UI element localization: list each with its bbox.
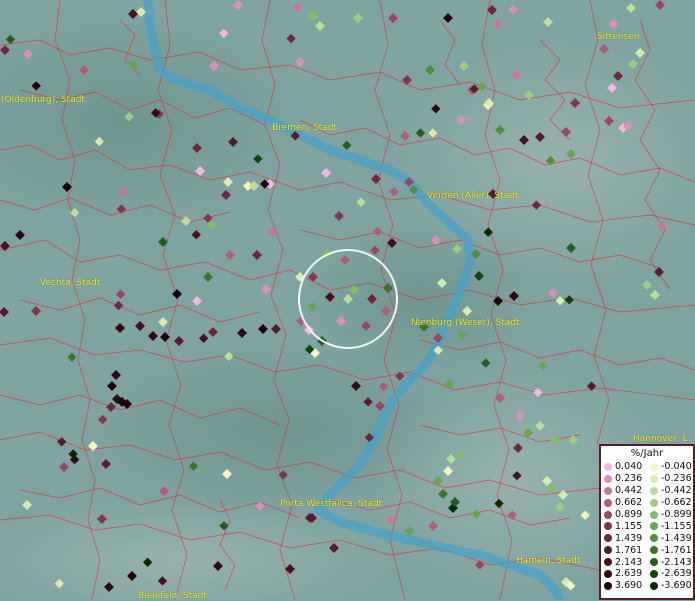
legend-swatch-negative [650,534,658,543]
legend-swatch-positive [604,522,612,531]
legend-value-positive: 1.439 [615,532,643,544]
legend-value-negative: -0.662 [661,497,692,509]
legend-value-positive: 1.155 [615,520,643,532]
legend-swatch-positive [604,534,612,543]
map-legend: %/Jahr 0.040 -0.040 0.236 -0.236 0.442 -0.442… [599,444,695,600]
legend-swatch-positive [604,546,612,555]
legend-swatch-negative [650,486,658,495]
place-label-oldenburg: (Oldenburg), Stadt [1,95,85,105]
legend-swatch-negative [650,510,658,519]
legend-row: 2.143 -2.143 [604,556,695,568]
place-label-hameln: Hameln, Stadt [516,556,581,566]
legend-swatch-negative [650,522,658,531]
legend-value-negative: -2.143 [661,556,692,568]
legend-value-positive: 1.761 [615,544,643,556]
place-label-verden: Verden (Aller), Stadt [427,191,519,201]
legend-row: 3.690 -3.690 [604,580,695,592]
legend-value-negative: -0.442 [661,485,692,497]
legend-value-negative: -0.040 [661,461,692,473]
legend-swatch-negative [650,546,658,555]
legend-row: 0.040 -0.040 [604,461,695,473]
legend-swatch-positive [604,498,612,507]
legend-swatch-positive [604,569,612,578]
legend-row: 0.662 -0.662 [604,497,695,509]
legend-row: 0.899 -0.899 [604,509,695,521]
place-label-sittensen: Sittensen [597,32,640,42]
legend-value-positive: 0.442 [615,485,643,497]
legend-row: 0.442 -0.442 [604,485,695,497]
legend-swatch-positive [604,486,612,495]
legend-swatch-negative [650,462,658,471]
legend-value-negative: -1.761 [661,544,692,556]
legend-value-negative: -1.155 [661,520,692,532]
legend-swatch-positive [604,581,612,590]
legend-swatch-positive [604,558,612,567]
legend-swatch-positive [604,462,612,471]
legend-value-positive: 0.899 [615,509,643,520]
place-label-porta-westfalica: Porta Westfalica, Stadt [280,499,383,509]
place-label-vechta: Vechta, Stadt [40,278,101,288]
legend-value-positive: 3.690 [615,580,643,592]
legend-rows: 0.040 -0.040 0.236 -0.236 0.442 -0.442 0.662 -0… [604,461,695,592]
legend-row: 0.236 -0.236 [604,473,695,485]
legend-title: %/Jahr [630,448,664,459]
place-label-bremen: Bremen, Stadt [272,123,337,133]
legend-value-positive: 0.040 [615,461,643,473]
legend-swatch-positive [604,474,612,483]
legend-row: 1.761 -1.761 [604,544,695,556]
legend-swatch-positive [604,510,612,519]
legend-row: 1.155 -1.155 [604,520,695,532]
legend-value-positive: 0.662 [615,497,643,509]
legend-swatch-negative [650,474,658,483]
legend-value-negative: -3.690 [661,580,692,592]
legend-value-negative: -0.899 [661,509,692,520]
legend-value-negative: -1.439 [661,532,692,544]
legend-value-negative: -0.236 [661,473,692,485]
legend-swatch-negative [650,581,658,590]
legend-value-positive: 0.236 [615,473,643,485]
place-label-hannover: Hannover, L [633,434,688,444]
legend-row: 2.639 -2.639 [604,568,695,580]
legend-swatch-negative [650,569,658,578]
place-label-nienburg: Nienburg (Weser), Stadt [411,318,520,328]
legend-row: 1.439 -1.439 [604,532,695,544]
legend-swatch-negative [650,498,658,507]
legend-value-positive: 2.639 [615,568,643,580]
map-canvas[interactable] [0,0,695,600]
legend-value-negative: -2.639 [661,568,692,580]
legend-value-positive: 2.143 [615,556,643,568]
legend-swatch-negative [650,558,658,567]
